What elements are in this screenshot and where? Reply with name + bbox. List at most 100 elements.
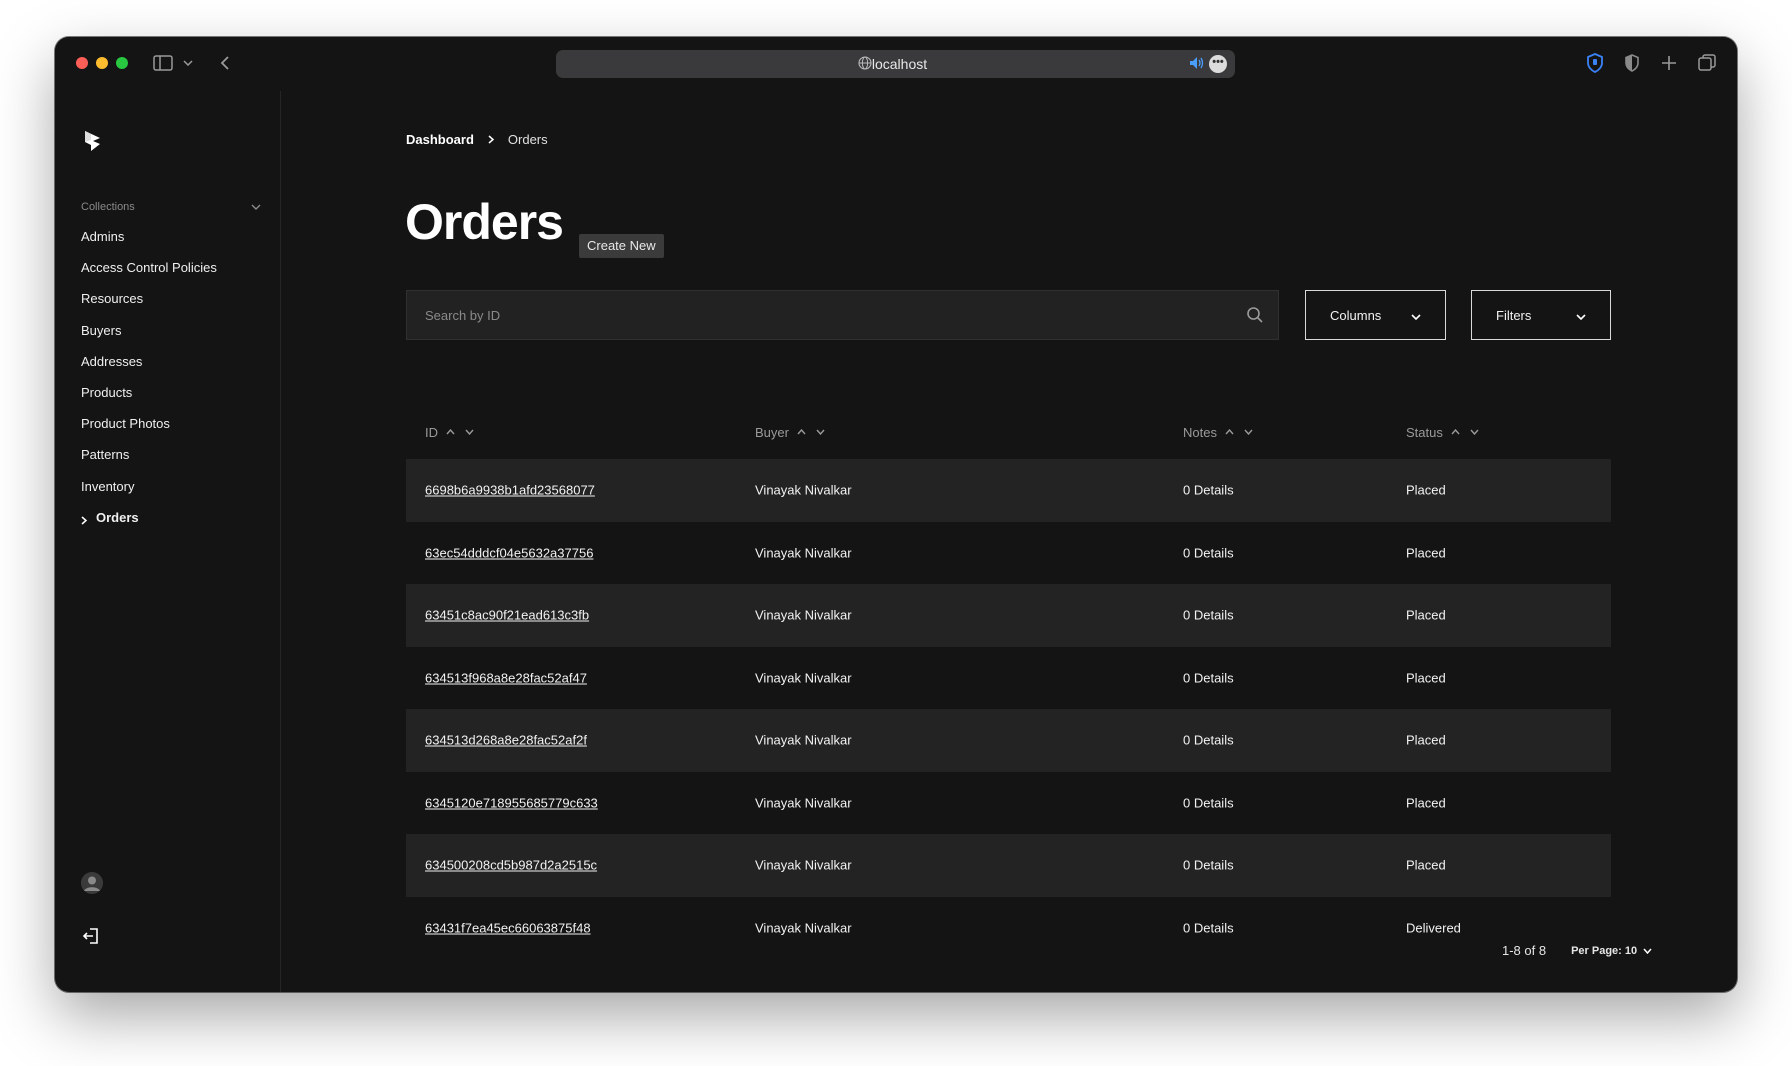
close-window-button[interactable] <box>76 57 88 69</box>
order-id-link[interactable]: 634513d268a8e28fac52af2f <box>425 733 587 748</box>
chevron-down-icon <box>251 201 261 213</box>
order-id-link[interactable]: 63451c8ac90f21ead613c3fb <box>425 608 589 623</box>
pagination-range: 1-8 of 8 <box>1502 943 1547 958</box>
order-id-link[interactable]: 6345120e718955685779c633 <box>425 795 598 810</box>
column-header-buyer[interactable]: Buyer <box>755 425 825 440</box>
sidebar-item-label: Products <box>81 385 133 401</box>
filters-dropdown-button[interactable]: Filters <box>1471 290 1611 340</box>
order-id-link[interactable]: 63431f7ea45ec66063875f48 <box>425 920 591 935</box>
chevron-right-icon <box>81 513 88 528</box>
buyer-cell: Vinayak Nivalkar <box>755 920 852 936</box>
order-id-link[interactable]: 634513f968a8e28fac52af47 <box>425 670 587 685</box>
collections-header[interactable]: Collections <box>81 201 261 213</box>
address-bar[interactable]: localhost ••• <box>556 50 1235 78</box>
chevron-right-icon <box>488 135 494 144</box>
back-arrow-icon[interactable] <box>213 51 237 75</box>
sort-asc-icon[interactable] <box>1225 429 1234 435</box>
columns-dropdown-button[interactable]: Columns <box>1305 290 1446 340</box>
sidebar-item-orders[interactable]: Orders <box>81 502 217 533</box>
buyer-cell: Vinayak Nivalkar <box>755 670 852 686</box>
sort-desc-icon[interactable] <box>465 429 474 435</box>
buyer-cell: Vinayak Nivalkar <box>755 482 852 498</box>
sidebar-item-label: Patterns <box>81 447 130 463</box>
filters-label: Filters <box>1496 307 1532 323</box>
more-options-icon[interactable]: ••• <box>1209 55 1227 73</box>
column-header-notes[interactable]: Notes <box>1183 425 1253 440</box>
sort-desc-icon[interactable] <box>816 429 825 435</box>
table-row[interactable]: 63ec54dddcf04e5632a37756 Vinayak Nivalka… <box>406 522 1611 585</box>
search-input[interactable] <box>407 307 1207 323</box>
logout-icon[interactable] <box>82 927 100 950</box>
order-id-cell: 6345120e718955685779c633 <box>425 795 598 810</box>
order-id-cell: 63431f7ea45ec66063875f48 <box>425 920 591 935</box>
table-row[interactable]: 634513f968a8e28fac52af47 Vinayak Nivalka… <box>406 647 1611 710</box>
sidebar-item-products[interactable]: Products <box>81 377 217 408</box>
table-row[interactable]: 6345120e718955685779c633 Vinayak Nivalka… <box>406 772 1611 835</box>
search-field <box>406 290 1279 340</box>
notes-cell: 0 Details <box>1183 482 1234 498</box>
column-label: Buyer <box>755 424 789 440</box>
status-cell: Delivered <box>1406 920 1461 936</box>
sidebar-item-inventory[interactable]: Inventory <box>81 471 217 502</box>
url-text: localhost <box>871 56 928 72</box>
table-row[interactable]: 634513d268a8e28fac52af2f Vinayak Nivalka… <box>406 709 1611 772</box>
app-logo[interactable] <box>82 128 104 159</box>
column-header-status[interactable]: Status <box>1406 425 1479 440</box>
status-cell: Placed <box>1406 857 1446 873</box>
search-icon[interactable] <box>1246 306 1264 329</box>
notes-cell: 0 Details <box>1183 795 1234 811</box>
breadcrumb-dashboard-link[interactable]: Dashboard <box>406 132 474 147</box>
per-page-select[interactable]: Per Page: 10 <box>1571 945 1652 957</box>
sidebar-item-product-photos[interactable]: Product Photos <box>81 408 217 439</box>
sidebar-item-addresses[interactable]: Addresses <box>81 346 217 377</box>
table-row[interactable]: 63431f7ea45ec66063875f48 Vinayak Nivalka… <box>406 897 1611 960</box>
table-row[interactable]: 63451c8ac90f21ead613c3fb Vinayak Nivalka… <box>406 584 1611 647</box>
orders-table: ID Buyer Notes Status 6698b6a9938b1afd23… <box>406 405 1611 959</box>
sidebar-item-patterns[interactable]: Patterns <box>81 439 217 470</box>
buyer-cell: Vinayak Nivalkar <box>755 607 852 623</box>
order-id-cell: 63ec54dddcf04e5632a37756 <box>425 545 593 560</box>
sidebar-item-access-control-policies[interactable]: Access Control Policies <box>81 252 217 283</box>
columns-label: Columns <box>1330 307 1382 323</box>
globe-icon <box>858 56 872 73</box>
tab-overview-icon[interactable] <box>1695 51 1719 75</box>
order-id-link[interactable]: 6698b6a9938b1afd23568077 <box>425 483 595 498</box>
order-id-link[interactable]: 634500208cd5b987d2a2515c <box>425 858 597 873</box>
order-id-link[interactable]: 63ec54dddcf04e5632a37756 <box>425 545 593 560</box>
buyer-cell: Vinayak Nivalkar <box>755 795 852 811</box>
column-header-id[interactable]: ID <box>425 425 474 440</box>
sidebar-item-label: Resources <box>81 291 144 307</box>
sidebar-item-buyers[interactable]: Buyers <box>81 315 217 346</box>
notes-cell: 0 Details <box>1183 732 1234 748</box>
minimize-window-button[interactable] <box>96 57 108 69</box>
privacy-shield-icon[interactable] <box>1620 51 1644 75</box>
shield-icon[interactable] <box>1583 51 1607 75</box>
sort-desc-icon[interactable] <box>1470 429 1479 435</box>
new-tab-icon[interactable] <box>1657 51 1681 75</box>
column-label: Notes <box>1183 424 1217 440</box>
status-cell: Placed <box>1406 545 1446 561</box>
user-avatar-icon[interactable] <box>81 872 103 894</box>
sort-desc-icon[interactable] <box>1244 429 1253 435</box>
sidebar-item-label: Access Control Policies <box>81 260 217 276</box>
sidebar-item-resources[interactable]: Resources <box>81 283 217 314</box>
table-row[interactable]: 634500208cd5b987d2a2515c Vinayak Nivalka… <box>406 834 1611 897</box>
speaker-icon[interactable] <box>1189 56 1205 73</box>
status-cell: Placed <box>1406 732 1446 748</box>
zoom-window-button[interactable] <box>116 57 128 69</box>
sidebar-item-admins[interactable]: Admins <box>81 221 217 252</box>
status-cell: Placed <box>1406 670 1446 686</box>
sort-asc-icon[interactable] <box>797 429 806 435</box>
sidebar-toggle-icon[interactable] <box>151 51 175 75</box>
breadcrumb-current: Orders <box>507 132 548 147</box>
create-new-button[interactable]: Create New <box>579 234 664 258</box>
page-title: Orders <box>405 194 564 250</box>
sort-asc-icon[interactable] <box>1451 429 1460 435</box>
table-row[interactable]: 6698b6a9938b1afd23568077 Vinayak Nivalka… <box>406 459 1611 522</box>
chevron-down-icon[interactable] <box>181 51 195 75</box>
notes-cell: 0 Details <box>1183 607 1234 623</box>
order-id-cell: 634513d268a8e28fac52af2f <box>425 733 587 748</box>
buyer-cell: Vinayak Nivalkar <box>755 857 852 873</box>
sort-asc-icon[interactable] <box>446 429 455 435</box>
status-cell: Placed <box>1406 607 1446 623</box>
